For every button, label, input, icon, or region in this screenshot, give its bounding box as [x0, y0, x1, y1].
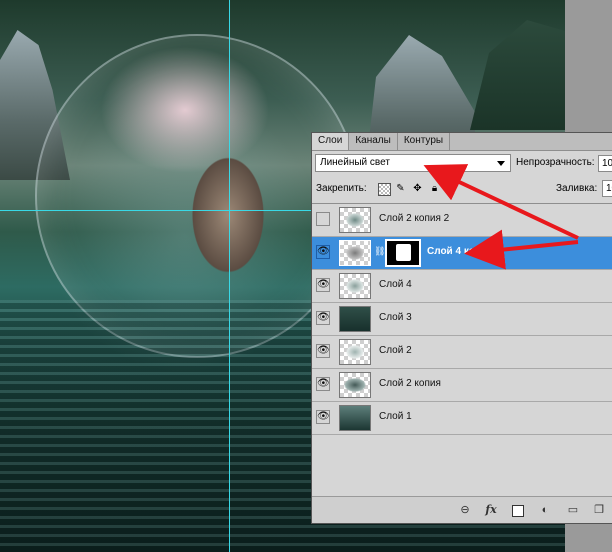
- layer-thumbnail: [339, 240, 371, 266]
- layer-thumbnail: [339, 306, 371, 332]
- mask-link-icon[interactable]: ⛓: [374, 246, 385, 257]
- layers-panel: Слои Каналы Контуры Линейный свет Непроз…: [311, 132, 612, 524]
- adjustment-icon[interactable]: ◐: [538, 504, 552, 516]
- fill-input[interactable]: 10: [602, 180, 612, 197]
- fill-label: Заливка:: [556, 183, 598, 194]
- layer-thumbnail: [339, 207, 371, 233]
- opacity-input[interactable]: 10: [598, 155, 612, 172]
- layer-name: Слой 3: [379, 312, 412, 323]
- lock-all-icon[interactable]: 🔒︎: [429, 183, 440, 194]
- eye-icon[interactable]: 👁︎: [316, 311, 330, 325]
- layer-row[interactable]: 👁︎ Слой 1: [312, 402, 612, 435]
- layer-name: Слой 2: [379, 345, 412, 356]
- blend-mode-value: Линейный свет: [320, 157, 390, 168]
- layer-row-selected[interactable]: 👁︎ ⛓ Слой 4 копия: [312, 237, 612, 270]
- mask-icon[interactable]: [512, 505, 524, 517]
- layer-thumbnail: [339, 339, 371, 365]
- link-icon[interactable]: ⊖: [458, 504, 472, 516]
- layer-thumbnail: [339, 405, 371, 431]
- fx-icon[interactable]: fx: [484, 504, 498, 516]
- eye-icon[interactable]: 👁︎: [316, 410, 330, 424]
- layer-mask-thumbnail[interactable]: [385, 239, 421, 267]
- lock-label: Закрепить:: [316, 183, 367, 194]
- layer-row[interactable]: 👁︎ Слой 3: [312, 303, 612, 336]
- vertical-guide[interactable]: [229, 0, 230, 552]
- visibility-toggle-empty[interactable]: [316, 212, 330, 226]
- layer-name: Слой 4 копия: [427, 246, 493, 257]
- blend-opacity-row: Линейный свет Непрозрачность: 10: [315, 154, 612, 174]
- layers-bottom-toolbar: ⊖ fx ◐ ▭ ❐: [312, 496, 612, 523]
- layer-name: Слой 2 копия 2: [379, 213, 450, 224]
- eye-icon[interactable]: 👁︎: [316, 377, 330, 391]
- layer-thumbnail: [339, 273, 371, 299]
- layer-name: Слой 4: [379, 279, 412, 290]
- layer-name: Слой 2 копия: [379, 378, 441, 389]
- eye-icon[interactable]: 👁︎: [316, 278, 330, 292]
- tab-channels[interactable]: Каналы: [349, 133, 398, 150]
- lock-fill-row: Закрепить: ✎ ✥ 🔒︎ Заливка: 10: [316, 180, 612, 198]
- tab-layers[interactable]: Слои: [312, 133, 350, 150]
- opacity-label: Непрозрачность:: [516, 157, 595, 168]
- layer-row[interactable]: 👁︎ Слой 2 копия: [312, 369, 612, 402]
- lock-position-move-icon[interactable]: ✥: [412, 183, 423, 194]
- chevron-down-icon: [497, 161, 505, 166]
- eye-icon[interactable]: 👁︎: [316, 245, 330, 259]
- lock-transparency-icon[interactable]: [378, 183, 391, 196]
- layer-row[interactable]: 👁︎ Слой 2: [312, 336, 612, 369]
- background-cliff-far-right: [470, 20, 565, 130]
- layer-thumbnail: [339, 372, 371, 398]
- layers-list: Слой 2 копия 2 👁︎ ⛓ Слой 4 копия 👁︎ Слой…: [312, 203, 612, 497]
- blend-mode-select[interactable]: Линейный свет: [315, 154, 511, 172]
- layer-name: Слой 1: [379, 411, 412, 422]
- lock-pixels-brush-icon[interactable]: ✎: [395, 183, 406, 194]
- new-layer-icon[interactable]: ❐: [592, 504, 606, 516]
- panel-tabs: Слои Каналы Контуры: [312, 133, 612, 151]
- figure-in-water: [178, 135, 278, 295]
- tab-paths[interactable]: Контуры: [398, 133, 451, 150]
- folder-icon[interactable]: ▭: [566, 504, 580, 516]
- layer-row[interactable]: 👁︎ Слой 4: [312, 270, 612, 303]
- layer-row[interactable]: Слой 2 копия 2: [312, 204, 612, 237]
- eye-icon[interactable]: 👁︎: [316, 344, 330, 358]
